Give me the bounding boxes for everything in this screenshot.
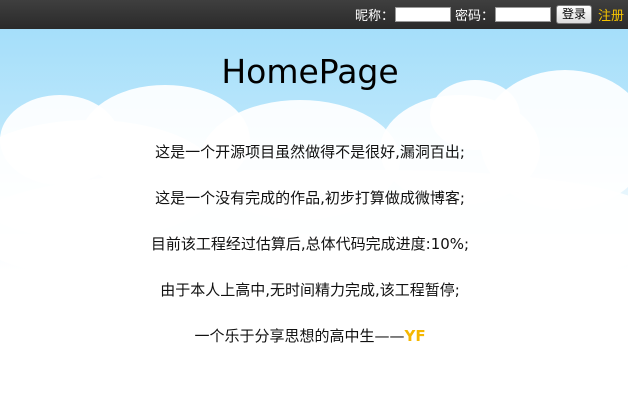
- nickname-input[interactable]: [394, 7, 451, 22]
- intro-text: 这是一个开源项目虽然做得不是很好,漏洞百出; 这是一个没有完成的作品,初步打算做…: [0, 141, 620, 371]
- password-label: 密码：: [454, 9, 494, 24]
- intro-line: 这是一个开源项目虽然做得不是很好,漏洞百出;: [155, 143, 465, 161]
- intro-line: 由于本人上高中,无时间精力完成,该工程暂停;: [160, 281, 460, 299]
- nickname-label: 昵称：: [354, 9, 394, 24]
- page: 昵称： 密码： 登录 注册 HomePage 这是一个开源项目虽然做得不是很好,…: [0, 0, 628, 415]
- signature-name: YF: [404, 327, 426, 345]
- signature-line: 一个乐于分享思想的高中生——YF: [0, 325, 620, 348]
- signature-text: 一个乐于分享思想的高中生——: [194, 327, 405, 345]
- intro-line: 这是一个没有完成的作品,初步打算做成微博客;: [155, 189, 465, 207]
- top-bar: 昵称： 密码： 登录 注册: [0, 0, 628, 29]
- register-link[interactable]: 注册: [598, 5, 624, 24]
- password-input[interactable]: [494, 7, 551, 22]
- page-title: HomePage: [221, 52, 399, 91]
- intro-line: 目前该工程经过估算后,总体代码完成进度:10%;: [150, 235, 470, 253]
- login-button[interactable]: 登录: [555, 5, 592, 24]
